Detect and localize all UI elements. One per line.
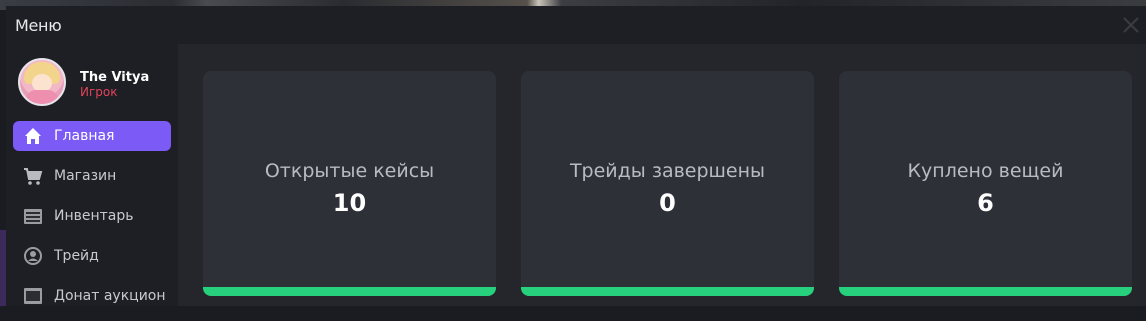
stat-value: 10 <box>332 189 367 217</box>
user-profile: The Vitya Игрок <box>16 56 176 112</box>
sidebar-item-home[interactable]: Главная <box>13 121 171 151</box>
sidebar-item-label: Магазин <box>54 168 117 184</box>
inventory-icon <box>24 209 42 224</box>
stat-progress-bar <box>521 287 814 296</box>
menu-window: Меню The Vitya Игрок Главная Магазин Инв… <box>6 6 1146 306</box>
sidebar-item-inventory[interactable]: Инвентарь <box>13 201 171 231</box>
sidebar-item-shop[interactable]: Магазин <box>13 161 171 191</box>
sidebar-item-label: Главная <box>54 128 115 144</box>
window-title: Меню <box>15 16 62 35</box>
stat-label: Трейды завершены <box>569 160 766 182</box>
cart-icon <box>24 168 43 185</box>
sidebar-item-label: Донат аукцион <box>54 288 166 304</box>
stat-card-trades: Трейды завершены 0 <box>521 71 814 296</box>
sidebar: The Vitya Игрок Главная Магазин Инвентар… <box>6 44 176 306</box>
auction-icon <box>24 288 42 304</box>
stat-label: Открытые кейсы <box>264 160 435 182</box>
trade-icon <box>24 247 42 265</box>
avatar <box>18 58 66 106</box>
close-icon[interactable] <box>1120 14 1142 36</box>
user-name: The Vitya <box>80 70 150 85</box>
sidebar-nav: Главная Магазин Инвентарь Трейд Донат ау… <box>13 121 171 321</box>
stat-card-cases: Открытые кейсы 10 <box>203 71 496 296</box>
main-content: Открытые кейсы 10 Трейды завершены 0 Куп… <box>178 44 1146 306</box>
stat-value: 0 <box>659 189 676 217</box>
user-role: Игрок <box>80 85 118 99</box>
sidebar-item-auction[interactable]: Донат аукцион <box>13 281 171 311</box>
stat-progress-bar <box>203 287 496 296</box>
stat-value: 6 <box>977 189 994 217</box>
sidebar-item-label: Трейд <box>54 248 99 264</box>
home-icon <box>25 128 41 144</box>
sidebar-item-label: Инвентарь <box>54 208 134 224</box>
stat-progress-bar <box>839 287 1132 296</box>
stat-label: Куплено вещей <box>907 160 1064 182</box>
sidebar-item-trade[interactable]: Трейд <box>13 241 171 271</box>
stat-card-purchases: Куплено вещей 6 <box>839 71 1132 296</box>
